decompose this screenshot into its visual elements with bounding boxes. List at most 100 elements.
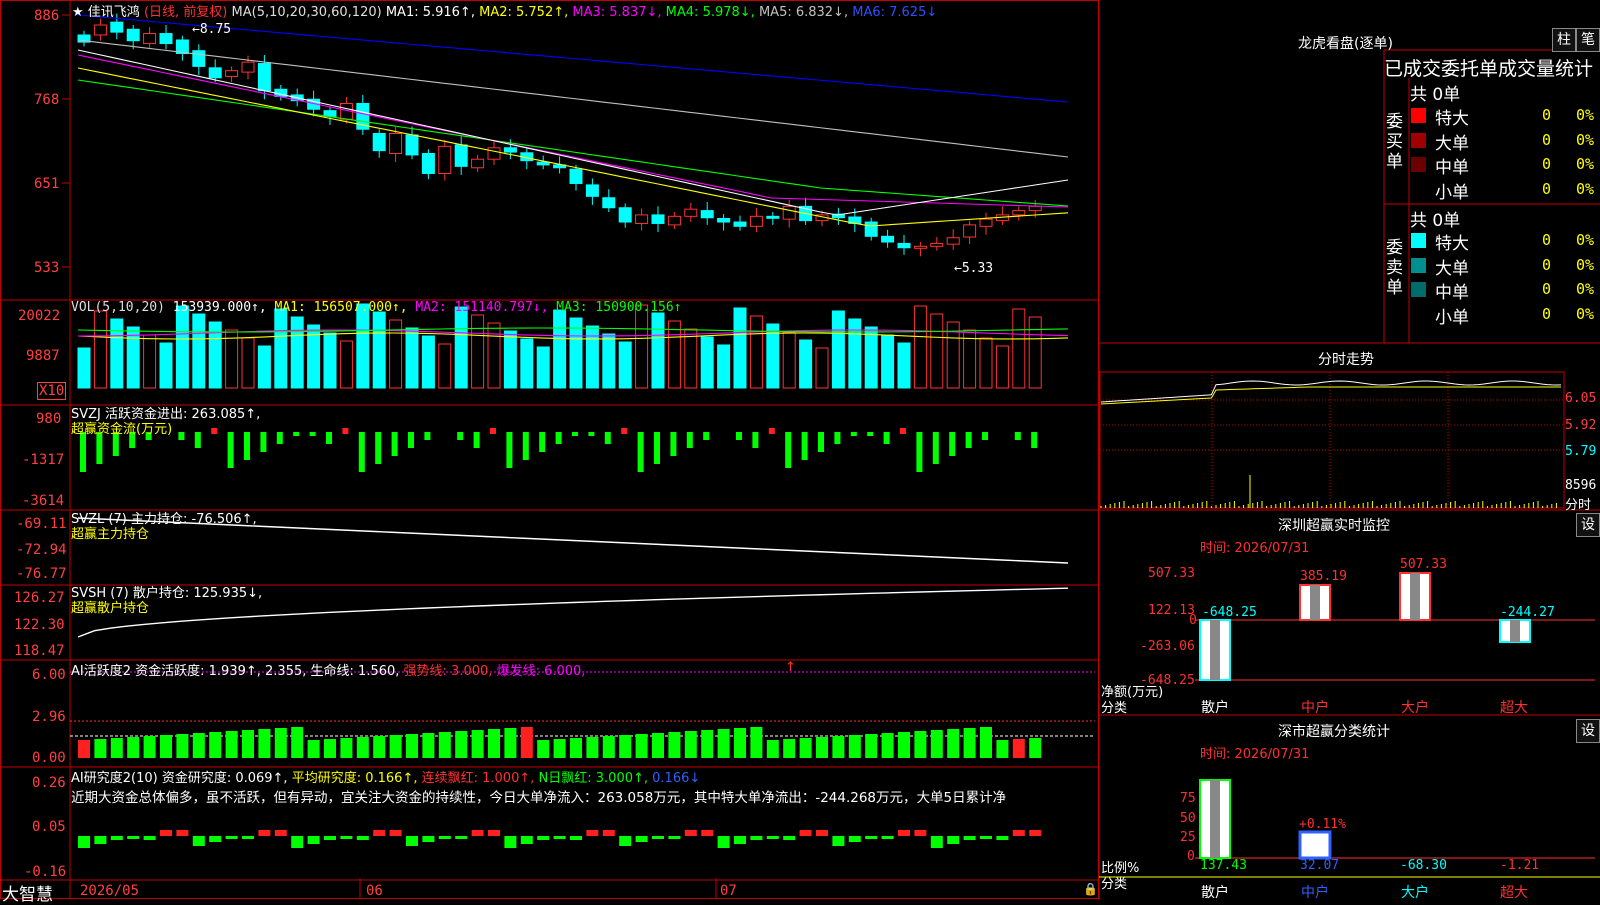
order-percent: 0% — [1576, 179, 1595, 198]
lock-icon[interactable]: 🔒 — [1083, 882, 1098, 896]
tab-zhu[interactable]: 柱 — [1552, 28, 1576, 52]
ai2-tick: 0.26 — [32, 775, 66, 791]
volume-bar — [782, 331, 796, 389]
ai1-v4: 强势线: 3.000, — [403, 664, 493, 679]
ma2-value: MA2: 5.752↑, — [479, 5, 569, 20]
sz-tick: -263.06 — [1140, 639, 1195, 654]
vol-unit-badge[interactable]: X10 — [37, 382, 67, 400]
trading-terminal: ★ 佳讯飞鸿 (日线, 前复权) MA(5,10,20,30,60,120) M… — [0, 0, 1600, 905]
volume-bar — [651, 312, 665, 389]
candle-down — [733, 221, 747, 227]
sell-orders-label: 委卖单 — [1386, 238, 1403, 298]
candle-down — [257, 63, 271, 92]
svzl-tick: -69.11 — [16, 516, 67, 532]
candle-up — [684, 208, 698, 217]
research-bar — [389, 830, 402, 836]
intraday-tick: 5.92 — [1565, 418, 1597, 433]
svzj-tick: -3614 — [22, 493, 65, 509]
research-bar — [652, 836, 664, 839]
candle-up — [946, 237, 960, 245]
sz-cat-label: 分类 — [1101, 701, 1128, 716]
candle-up — [782, 205, 796, 220]
candle-up — [93, 24, 107, 36]
volume-bar — [848, 318, 862, 389]
activity-bar — [209, 732, 222, 758]
ai1-v5: 爆发线: 6.000, — [496, 664, 586, 679]
fund-flow-bar — [211, 428, 218, 434]
svsh-tick: 118.47 — [14, 643, 65, 659]
ai2-v4: N日飘红: 3.000↑, — [538, 771, 649, 786]
order-percent: 0% — [1576, 304, 1595, 323]
research-bar — [930, 836, 943, 848]
volume-bar — [995, 345, 1009, 389]
ma6-value: MA6: 7.625↓ — [852, 5, 938, 20]
volume-bar — [897, 342, 911, 389]
volume-bar — [175, 305, 189, 389]
fund-flow-bar — [654, 432, 660, 464]
volume-bar — [323, 332, 337, 389]
research-bar — [783, 836, 796, 840]
volume-bar — [126, 326, 140, 389]
brand-logo[interactable]: 大智慧 — [2, 880, 53, 905]
sc-settings-button[interactable]: 设 — [1576, 719, 1600, 743]
volume-bar — [913, 305, 927, 389]
volume-bar — [815, 347, 829, 389]
research-bar — [225, 836, 238, 839]
candle-up — [143, 33, 157, 45]
research-bar — [422, 836, 435, 842]
volume-bar — [471, 314, 485, 389]
research-bar — [799, 830, 812, 836]
volume-bar — [290, 316, 304, 389]
candle-down — [864, 221, 878, 237]
research-bar — [324, 836, 336, 840]
activity-bar — [520, 727, 533, 758]
sz-settings-button[interactable]: 设 — [1576, 513, 1600, 537]
activity-bar — [127, 737, 140, 758]
candle-down — [881, 235, 895, 243]
research-bar — [373, 830, 386, 836]
volume-bar — [339, 340, 353, 389]
intraday-tick: 5.79 — [1565, 444, 1597, 459]
fund-flow-bar — [588, 432, 595, 436]
sz-net-bar-shade — [1210, 620, 1220, 680]
research-bar — [274, 830, 287, 836]
tab-bi[interactable]: 笔 — [1576, 28, 1600, 52]
order-percent: 0% — [1576, 130, 1595, 149]
ai2-header: AI研究度2(10) 资金研究度: 0.069↑, 平均研究度: 0.166↑,… — [71, 767, 700, 786]
fund-flow-bar — [244, 432, 250, 460]
research-bar — [734, 836, 746, 844]
volume-bar — [717, 344, 731, 389]
order-percent: 0% — [1576, 231, 1595, 249]
ma5-line — [77, 39, 1069, 158]
fund-flow-bar — [949, 432, 956, 456]
sz-time: 时间: 2026/07/31 — [1200, 541, 1310, 556]
ai1-tick: 2.96 — [32, 709, 66, 725]
sz-category: 中户 — [1301, 700, 1329, 716]
activity-bar — [816, 737, 828, 758]
activity-bar — [963, 728, 976, 758]
fund-flow-bar — [686, 432, 693, 448]
volume-bar — [1012, 308, 1026, 389]
activity-bar — [553, 739, 566, 758]
period-label[interactable]: (日线, 前复权) — [144, 5, 227, 20]
volume-bar — [93, 310, 107, 389]
volume-bar — [372, 311, 386, 389]
star-icon[interactable]: ★ — [72, 5, 84, 20]
order-percent: 0% — [1576, 280, 1595, 298]
fund-flow-bar — [801, 432, 808, 460]
activity-bar — [94, 739, 107, 758]
ai1-tick: 6.00 — [32, 667, 66, 683]
candle-down — [159, 33, 173, 45]
order-count: 0 — [1542, 255, 1552, 274]
sz-net-bar-shade — [1310, 585, 1320, 620]
activity-bar — [324, 739, 336, 758]
volume-bar — [930, 313, 944, 389]
research-bar — [963, 836, 976, 840]
candle-down — [405, 134, 419, 156]
fund-flow-bar — [358, 432, 365, 472]
order-count: 0 — [1542, 179, 1552, 198]
research-bar — [209, 836, 222, 842]
fund-flow-bar — [932, 432, 939, 464]
chart-canvas[interactable] — [0, 0, 1600, 900]
research-bar — [438, 836, 451, 839]
